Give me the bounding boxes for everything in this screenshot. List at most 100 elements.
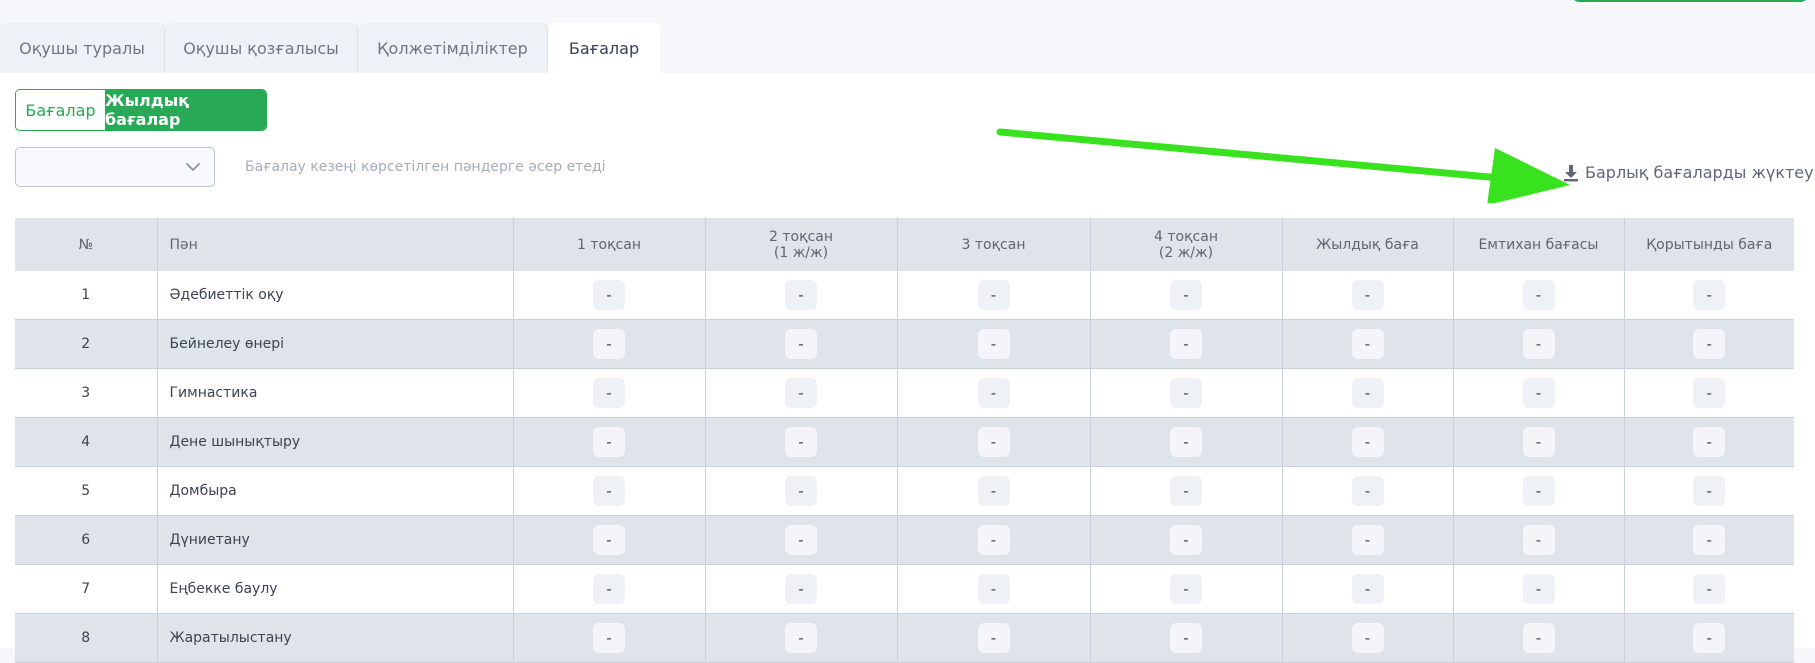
grade-chip[interactable]: -: [977, 427, 1010, 457]
grade-chip[interactable]: -: [1693, 280, 1726, 310]
grade-chip[interactable]: -: [593, 378, 625, 408]
grade-chip[interactable]: -: [1693, 574, 1726, 604]
grade-chip[interactable]: -: [1170, 329, 1202, 359]
grade-chip[interactable]: -: [1351, 280, 1384, 310]
grade-chip[interactable]: -: [1170, 574, 1202, 604]
subject-name: Жаратылыстану: [157, 613, 514, 663]
grade-chip[interactable]: -: [1693, 476, 1726, 506]
grade-cell-quarter-3: -: [897, 515, 1091, 565]
top-action-button-edge[interactable]: [1570, 0, 1810, 2]
table-row: 8 Жаратылыстану - - - - - - -: [15, 613, 1794, 663]
grade-chip[interactable]: -: [1170, 378, 1202, 408]
grade-chip[interactable]: -: [1170, 427, 1202, 457]
grade-chip[interactable]: -: [977, 574, 1010, 604]
grade-chip[interactable]: -: [1170, 476, 1202, 506]
row-number: 8: [15, 613, 158, 663]
grade-chip[interactable]: -: [1693, 623, 1726, 653]
grade-chip[interactable]: -: [1170, 280, 1202, 310]
grade-cell-quarter-4: -: [1090, 417, 1283, 467]
period-select[interactable]: [15, 147, 215, 187]
subject-name: Домбыра: [157, 466, 514, 516]
grade-chip[interactable]: -: [1351, 378, 1384, 408]
download-all-grades-link[interactable]: Барлық бағаларды жүктеу: [1562, 163, 1814, 182]
grade-chip[interactable]: -: [1522, 329, 1555, 359]
grade-chip[interactable]: -: [593, 329, 625, 359]
grade-chip[interactable]: -: [1522, 427, 1555, 457]
grade-cell-quarter-1: -: [513, 368, 706, 418]
grade-chip[interactable]: -: [785, 427, 817, 457]
tab-accessibility[interactable]: Қолжетімділіктер: [358, 23, 548, 73]
grade-chip[interactable]: -: [785, 378, 817, 408]
grade-chip[interactable]: -: [593, 476, 625, 506]
grade-chip[interactable]: -: [1351, 427, 1384, 457]
grade-chip[interactable]: -: [1170, 623, 1202, 653]
col-header-exam-grade: Емтихан бағасы: [1453, 218, 1625, 271]
grade-cell-final: -: [1624, 271, 1794, 320]
download-all-label: Барлық бағаларды жүктеу: [1585, 163, 1814, 182]
grade-chip[interactable]: -: [785, 623, 817, 653]
grade-chip[interactable]: -: [785, 329, 817, 359]
grade-cell-quarter-3: -: [897, 564, 1091, 614]
grades-segment-button[interactable]: Бағалар: [16, 90, 105, 130]
grade-chip[interactable]: -: [1351, 525, 1384, 555]
grade-chip[interactable]: -: [1522, 623, 1555, 653]
grade-chip[interactable]: -: [1351, 329, 1384, 359]
grade-chip[interactable]: -: [1351, 476, 1384, 506]
grade-chip[interactable]: -: [977, 623, 1010, 653]
grade-cell-exam: -: [1453, 417, 1625, 467]
grade-cell-quarter-2: -: [705, 466, 898, 516]
grade-cell-quarter-2: -: [705, 515, 898, 565]
grade-chip[interactable]: -: [1522, 280, 1555, 310]
table-row: 2 Бейнелеу өнері - - - - - - -: [15, 319, 1794, 369]
grade-chip[interactable]: -: [593, 525, 625, 555]
annual-grades-segment-button[interactable]: Жылдық бағалар: [105, 90, 266, 130]
grade-chip[interactable]: -: [785, 476, 817, 506]
grade-chip[interactable]: -: [977, 280, 1010, 310]
grade-cell-quarter-2: -: [705, 417, 898, 467]
col-header-subject: Пән: [157, 218, 514, 271]
table-header-row: № Пән 1 тоқсан 2 тоқсан (1 ж/ж) 3 тоқсан…: [15, 218, 1794, 271]
grade-chip[interactable]: -: [1693, 427, 1726, 457]
grade-chip[interactable]: -: [1693, 329, 1726, 359]
grade-chip[interactable]: -: [977, 525, 1010, 555]
grade-chip[interactable]: -: [785, 574, 817, 604]
grade-cell-quarter-2: -: [705, 564, 898, 614]
grade-chip[interactable]: -: [593, 427, 625, 457]
grade-chip[interactable]: -: [593, 574, 625, 604]
grade-chip[interactable]: -: [1522, 574, 1555, 604]
grade-chip[interactable]: -: [1522, 378, 1555, 408]
grade-chip[interactable]: -: [977, 329, 1010, 359]
grade-chip[interactable]: -: [1693, 378, 1726, 408]
grade-cell-quarter-4: -: [1090, 564, 1283, 614]
grade-chip[interactable]: -: [1522, 476, 1555, 506]
grade-cell-exam: -: [1453, 564, 1625, 614]
grade-chip[interactable]: -: [977, 476, 1010, 506]
grade-chip[interactable]: -: [785, 525, 817, 555]
grade-chip[interactable]: -: [1351, 623, 1384, 653]
grade-cell-quarter-4: -: [1090, 319, 1283, 369]
col-header-final-grade: Қорытынды баға: [1624, 218, 1794, 271]
grade-cell-quarter-1: -: [513, 466, 706, 516]
tab-student-movement[interactable]: Оқушы қозғалысы: [165, 23, 358, 73]
grade-cell-annual: -: [1282, 564, 1454, 614]
tab-grades[interactable]: Бағалар: [548, 23, 660, 73]
grade-cell-final: -: [1624, 613, 1794, 663]
grade-chip[interactable]: -: [1522, 525, 1555, 555]
grade-cell-annual: -: [1282, 417, 1454, 467]
table-row: 1 Әдебиеттік оқу - - - - - - -: [15, 271, 1794, 320]
grade-chip[interactable]: -: [1693, 525, 1726, 555]
grade-cell-final: -: [1624, 466, 1794, 516]
col-header-annual-grade: Жылдық баға: [1282, 218, 1454, 271]
col-header-number: №: [15, 218, 158, 271]
grade-cell-quarter-2: -: [705, 368, 898, 418]
grades-table: № Пән 1 тоқсан 2 тоқсан (1 ж/ж) 3 тоқсан…: [15, 218, 1794, 663]
grade-chip[interactable]: -: [593, 280, 625, 310]
grade-chip[interactable]: -: [593, 623, 625, 653]
subject-name: Дүниетану: [157, 515, 514, 565]
grade-chip[interactable]: -: [1170, 525, 1202, 555]
grade-chip[interactable]: -: [785, 280, 817, 310]
grade-chip[interactable]: -: [1351, 574, 1384, 604]
table-row: 6 Дүниетану - - - - - - -: [15, 515, 1794, 565]
tab-student-info[interactable]: Оқушы туралы: [0, 23, 165, 73]
grade-chip[interactable]: -: [977, 378, 1010, 408]
